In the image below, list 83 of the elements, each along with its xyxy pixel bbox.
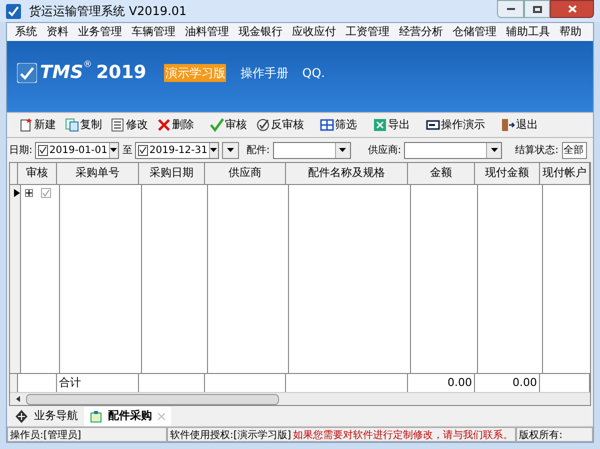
maximize-button[interactable]	[524, 0, 550, 18]
status-dropdown[interactable]: 全部	[562, 142, 586, 158]
screen-icon	[426, 118, 440, 132]
column-header: 审核	[18, 163, 57, 184]
menu-item[interactable]: 帮助	[556, 24, 586, 40]
column-header: 供应商	[205, 163, 286, 184]
row-pointer-icon	[14, 189, 20, 197]
menu-item[interactable]: 经营分析	[395, 24, 447, 40]
delete-icon	[157, 118, 171, 132]
menu-item[interactable]: 现金银行	[234, 24, 286, 40]
operator-status: 操作员:[管理员]	[7, 427, 167, 442]
date-to-picker[interactable]: 2019-12-31	[135, 142, 220, 158]
menu-item[interactable]: 资料	[42, 24, 72, 40]
menu-item[interactable]: 系统	[11, 24, 41, 40]
column-header: 金额	[408, 163, 475, 184]
menu-item[interactable]: 车辆管理	[128, 24, 180, 40]
status-label: 结算状态:	[515, 144, 558, 158]
copyright-status: 版权所有:	[516, 427, 593, 442]
supplier-label: 供应商:	[368, 144, 402, 158]
door-exit-icon	[501, 118, 515, 132]
toolbar-button[interactable]: 导出	[371, 115, 412, 135]
navigation-icon	[15, 410, 28, 423]
close-button[interactable]	[550, 0, 594, 18]
scroll-left-icon[interactable]	[16, 396, 20, 402]
app-logo-icon	[6, 4, 21, 18]
registered-mark: ®	[83, 59, 92, 72]
toolbar-button[interactable]: 审核	[208, 115, 249, 135]
menu-item[interactable]: 辅助工具	[502, 24, 554, 40]
total-label: 合计	[59, 374, 81, 391]
document-tab[interactable]: 配件采购	[84, 407, 171, 426]
column-header: 现付帐户	[540, 163, 590, 184]
toolbar-button[interactable]: 复制	[63, 115, 104, 135]
license-status: 软件使用授权:[演示学习版]	[167, 427, 292, 442]
part-dropdown[interactable]	[272, 142, 351, 158]
menu-item[interactable]: 业务管理	[74, 24, 126, 40]
horizontal-scrollbar[interactable]	[10, 392, 590, 405]
close-icon	[568, 5, 576, 13]
toolbar-button[interactable]: 筛选	[318, 115, 359, 135]
menu-item[interactable]: 仓储管理	[448, 24, 500, 40]
menu-item[interactable]: 油料管理	[181, 24, 233, 40]
new-document-icon	[19, 118, 33, 132]
window-title: 货运运输管理系统 V2019.01	[29, 3, 187, 20]
toolbar-button[interactable]: 删除	[155, 115, 196, 135]
banner-link[interactable]: QQ.	[302, 64, 325, 82]
toolbar-button[interactable]: 新建	[17, 115, 58, 135]
clipboard-icon	[90, 410, 102, 422]
date-from-picker[interactable]: 2019-01-01	[35, 142, 120, 158]
dropdown-button[interactable]	[222, 142, 240, 158]
checkbox[interactable]	[38, 144, 48, 156]
total-paid: 0.00	[512, 374, 537, 391]
toolbar-button[interactable]: 反审核	[254, 115, 306, 135]
notice-status: 如果您需要对软件进行定制修改，请与我们联系。	[291, 427, 516, 442]
menu-item[interactable]: 应收应付	[288, 24, 340, 40]
toolbar-button[interactable]: 退出	[499, 115, 540, 135]
logo-icon	[17, 62, 37, 82]
date-label: 日期:	[9, 144, 32, 158]
scroll-thumb[interactable]	[26, 394, 279, 404]
copy-icon	[65, 118, 79, 132]
expand-toggle[interactable]	[25, 189, 33, 197]
edition-label: 演示学习版	[164, 64, 226, 82]
total-amount: 0.00	[448, 374, 472, 391]
dropdown-arrow-icon	[227, 148, 234, 152]
column-header: 采购单号	[57, 163, 139, 184]
toolbar-button[interactable]: 操作演示	[424, 115, 487, 135]
toolbar-button[interactable]: 修改	[109, 115, 150, 135]
part-label: 配件:	[246, 144, 270, 158]
supplier-dropdown[interactable]	[404, 142, 502, 158]
edit-list-icon	[111, 118, 125, 132]
column-header: 采购日期	[139, 163, 205, 184]
checkbox[interactable]	[138, 144, 148, 156]
row-checkbox[interactable]	[41, 188, 51, 198]
logo-text: TMS	[40, 61, 84, 85]
minimize-button[interactable]	[497, 0, 524, 18]
logo-year: 2019	[96, 61, 146, 85]
check-icon	[210, 118, 224, 132]
column-header: 现付金额	[475, 163, 540, 184]
to-label: 至	[122, 144, 132, 158]
grid-icon	[320, 118, 334, 132]
circle-check-icon	[256, 118, 270, 132]
spreadsheet-icon	[373, 118, 387, 132]
menu-item[interactable]: 工资管理	[342, 24, 394, 40]
column-header: 配件名称及规格	[286, 163, 408, 184]
banner-link[interactable]: 操作手册	[240, 64, 288, 82]
